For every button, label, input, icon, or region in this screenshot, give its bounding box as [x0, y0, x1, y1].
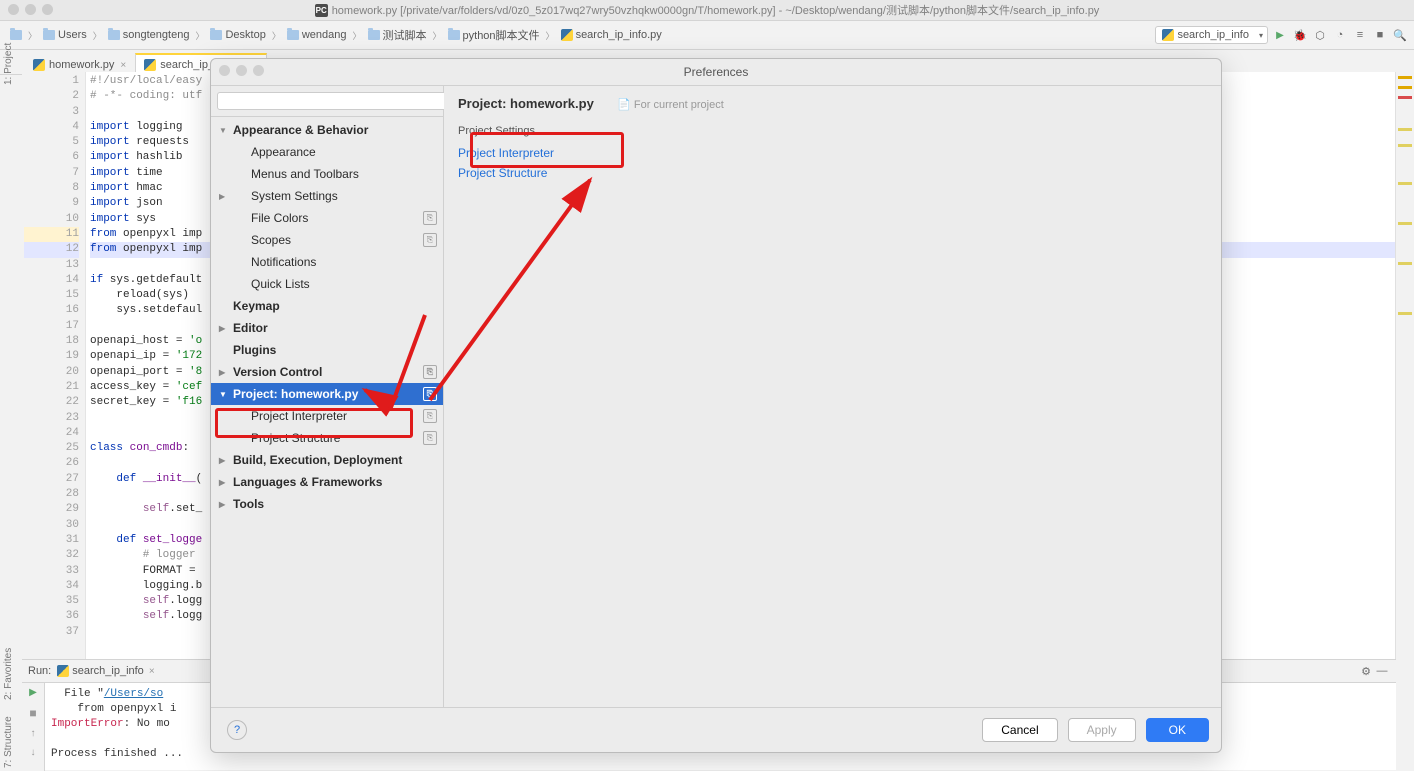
file-link[interactable]: /Users/so	[104, 688, 163, 700]
run-tab[interactable]: search_ip_info×	[51, 663, 160, 679]
python-file-icon	[57, 665, 69, 677]
cancel-button[interactable]: Cancel	[982, 718, 1057, 742]
prefs-tree-item[interactable]: File Colors⎘	[211, 207, 443, 229]
prefs-tree-item[interactable]: ▶Editor	[211, 317, 443, 339]
project-interpreter-link[interactable]: Project Interpreter	[458, 143, 1207, 163]
breadcrumb-item[interactable]: search_ip_info.py	[557, 27, 666, 43]
python-file-icon	[144, 59, 156, 71]
apply-button[interactable]: Apply	[1068, 718, 1136, 742]
prefs-tree-item[interactable]: ▶System Settings	[211, 185, 443, 207]
preferences-tree[interactable]: ▼Appearance & BehaviorAppearanceMenus an…	[211, 117, 443, 707]
prefs-tree-item[interactable]: Project Structure⎘	[211, 427, 443, 449]
close-icon[interactable]: ×	[120, 60, 126, 71]
down-icon[interactable]: ↓	[31, 747, 36, 758]
python-file-icon	[33, 59, 45, 71]
folder-icon	[210, 30, 222, 40]
prefs-tree-item[interactable]: ▼Appearance & Behavior	[211, 119, 443, 141]
folder-icon	[368, 30, 380, 40]
breadcrumb-item[interactable]: Desktop	[206, 27, 269, 43]
page-title: Project: homework.py	[458, 96, 594, 111]
python-file-icon	[561, 29, 573, 41]
window-title: homework.py [/private/var/folders/vd/0z0…	[332, 2, 1100, 18]
tool-window-project[interactable]: 1: Project	[3, 43, 14, 85]
scope-label: 📄 For current project	[617, 99, 724, 111]
breadcrumb-item[interactable]: wendang	[283, 27, 351, 43]
prefs-tree-item[interactable]: ▼Project: homework.py⎘	[211, 383, 443, 405]
concurrency-icon[interactable]: ≡	[1352, 27, 1368, 43]
prefs-tree-item[interactable]: Notifications	[211, 251, 443, 273]
prefs-tree-item[interactable]: Scopes⎘	[211, 229, 443, 251]
run-label: Run:	[28, 665, 51, 677]
breadcrumb: 〉 Users 〉 songtengteng 〉 Desktop 〉 wenda…	[6, 25, 1155, 45]
dialog-titlebar: Preferences	[211, 59, 1221, 86]
ok-button[interactable]: OK	[1146, 718, 1209, 742]
prefs-tree-item[interactable]: ▶Version Control⎘	[211, 361, 443, 383]
breadcrumb-item[interactable]: Users	[39, 27, 91, 43]
breadcrumb-item[interactable]: 测试脚本	[364, 25, 431, 45]
folder-icon	[108, 30, 120, 40]
section-title: Project Settings	[458, 125, 1207, 137]
stop-icon[interactable]: ■	[29, 706, 36, 720]
debug-icon[interactable]: 🐞	[1292, 27, 1308, 43]
python-file-icon	[1162, 29, 1174, 41]
preferences-content: Project: homework.py 📄 For current proje…	[444, 86, 1221, 707]
line-gutter: 1234567891011121314151617181920212223242…	[22, 72, 86, 660]
profile-icon[interactable]: ◔	[1332, 27, 1348, 43]
prefs-tree-item[interactable]: Menus and Toolbars	[211, 163, 443, 185]
project-structure-link[interactable]: Project Structure	[458, 163, 1207, 183]
folder-icon	[10, 30, 22, 40]
prefs-tree-item[interactable]: ▶Languages & Frameworks	[211, 471, 443, 493]
preferences-dialog: Preferences ▼Appearance & BehaviorAppear…	[210, 58, 1222, 753]
dialog-footer: ? Cancel Apply OK	[211, 707, 1221, 752]
search-input[interactable]	[217, 92, 461, 110]
traffic-lights	[8, 4, 53, 15]
folder-icon	[43, 30, 55, 40]
rerun-icon[interactable]: ▶	[29, 687, 37, 698]
help-icon[interactable]: ?	[227, 720, 247, 740]
prefs-tree-item[interactable]: Plugins	[211, 339, 443, 361]
prefs-tree-item[interactable]: ▶Tools	[211, 493, 443, 515]
coverage-icon[interactable]: ⬡	[1312, 27, 1328, 43]
prefs-tree-item[interactable]: Quick Lists	[211, 273, 443, 295]
gear-icon[interactable]: ⚙	[1358, 663, 1374, 679]
prefs-tree-item[interactable]: Appearance	[211, 141, 443, 163]
breadcrumb-root[interactable]	[6, 28, 26, 42]
prefs-tree-item[interactable]: ▶Build, Execution, Deployment	[211, 449, 443, 471]
prefs-tree-item[interactable]: Project Interpreter⎘	[211, 405, 443, 427]
run-icon[interactable]: ▶	[1272, 27, 1288, 43]
toolbar-right: search_ip_info ▶ 🐞 ⬡ ◔ ≡ ■ 🔍	[1155, 26, 1408, 44]
folder-icon	[287, 30, 299, 40]
breadcrumb-item[interactable]: songtengteng	[104, 27, 194, 43]
run-config-selector[interactable]: search_ip_info	[1155, 26, 1268, 44]
search-icon[interactable]: 🔍	[1392, 27, 1408, 43]
preferences-sidebar: ▼Appearance & BehaviorAppearanceMenus an…	[211, 86, 444, 707]
breadcrumb-item[interactable]: python脚本文件	[444, 25, 544, 45]
prefs-tree-item[interactable]: Keymap	[211, 295, 443, 317]
folder-icon	[448, 30, 460, 40]
dialog-title: Preferences	[684, 65, 749, 79]
stop-icon[interactable]: ■	[1372, 27, 1388, 43]
run-toolbar: ▶ ■ ↑ ↓	[22, 683, 45, 771]
close-icon[interactable]: ×	[149, 666, 155, 677]
navigation-bar: 〉 Users 〉 songtengteng 〉 Desktop 〉 wenda…	[0, 21, 1414, 50]
error-stripe[interactable]	[1395, 72, 1414, 660]
pycharm-icon: PC	[315, 4, 328, 17]
window-titlebar: PC homework.py [/private/var/folders/vd/…	[0, 0, 1414, 21]
tool-window-structure[interactable]: 7: Structure	[3, 716, 14, 768]
tool-window-favorites[interactable]: 2: Favorites	[3, 648, 14, 700]
up-icon[interactable]: ↑	[31, 728, 36, 739]
minimize-icon[interactable]: —	[1374, 663, 1390, 679]
traffic-lights	[219, 65, 264, 76]
